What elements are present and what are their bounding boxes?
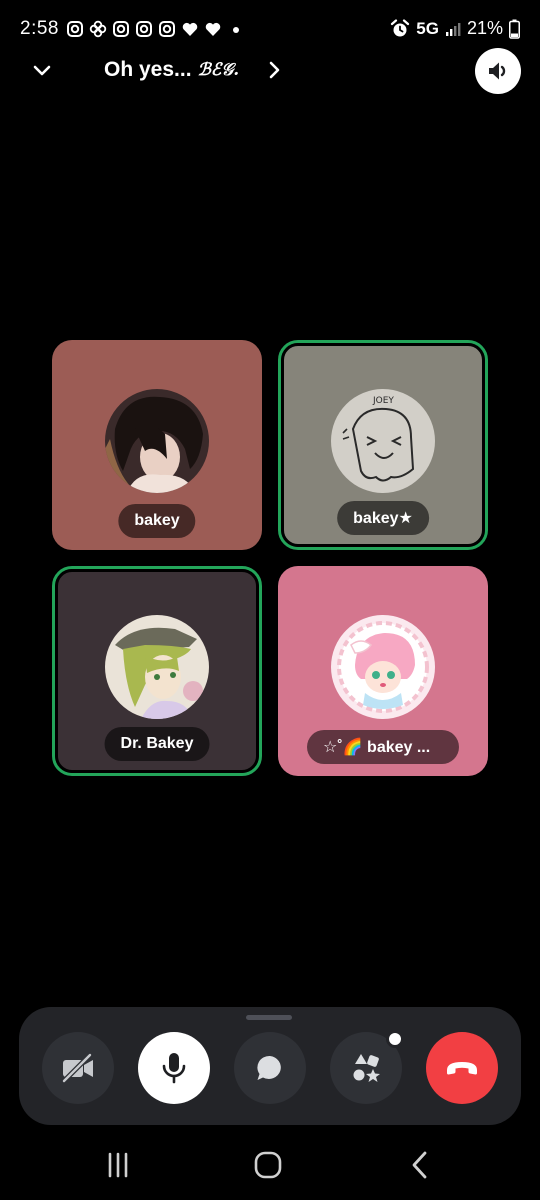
instagram-icon — [136, 21, 152, 37]
participant-name: bakey — [118, 504, 196, 538]
status-time: 2:58 — [20, 18, 59, 39]
activities-shapes-icon — [353, 1054, 380, 1082]
system-nav-bar — [0, 1130, 540, 1200]
avatar — [105, 614, 209, 719]
instagram-icon — [67, 21, 83, 37]
microphone-button[interactable] — [138, 1032, 210, 1104]
participant-name: ☆˚🌈 bakey ... — [307, 730, 459, 764]
participant-name: Dr. Bakey — [104, 727, 210, 761]
avatar-image — [105, 614, 209, 719]
heart-icon — [205, 22, 221, 36]
instagram-icon — [159, 21, 175, 37]
end-call-button[interactable] — [426, 1032, 498, 1104]
camera-toggle-button[interactable] — [42, 1032, 114, 1104]
participant-tile-dr-bakey[interactable]: Dr. Bakey — [52, 566, 262, 776]
battery-icon — [509, 19, 520, 39]
channel-title-suffix: ℬℰ𝒢. — [197, 60, 240, 80]
home-icon — [254, 1151, 282, 1179]
chat-button[interactable] — [234, 1032, 306, 1104]
dot-icon — [233, 27, 239, 33]
heart-icon — [182, 22, 198, 36]
home-button[interactable] — [248, 1148, 288, 1182]
drawer-handle[interactable] — [246, 1015, 292, 1020]
recent-apps-icon — [108, 1152, 128, 1178]
participant-tile-bakey-star[interactable]: JOEY bakey★ — [278, 340, 488, 550]
avatar-image — [331, 614, 435, 719]
svg-text:JOEY: JOEY — [372, 396, 394, 406]
participant-name: bakey★ — [337, 501, 429, 535]
back-chevron-icon — [412, 1151, 427, 1179]
status-right: 5G 21% — [390, 18, 520, 39]
pinwheel-icon — [89, 20, 107, 38]
notification-dot — [386, 1030, 404, 1048]
instagram-icon — [113, 21, 129, 37]
chevron-down-icon — [33, 65, 51, 76]
participant-tile-bakey[interactable]: bakey — [52, 340, 262, 550]
collapse-button[interactable] — [28, 56, 56, 84]
signal-icon — [445, 22, 461, 36]
channel-title[interactable]: Oh yes... ℬℰ𝒢. — [104, 58, 239, 82]
back-button[interactable] — [400, 1148, 440, 1182]
avatar-image: JOEY — [331, 388, 435, 493]
call-header: Oh yes... ℬℰ𝒢. — [0, 46, 540, 96]
hang-up-icon — [447, 1062, 477, 1075]
alarm-icon — [391, 18, 410, 36]
camera-off-icon — [61, 1052, 93, 1084]
avatar — [105, 388, 209, 493]
speaker-button[interactable] — [475, 48, 521, 94]
microphone-icon — [162, 1053, 186, 1084]
speaker-icon — [489, 62, 506, 80]
chat-bubble-icon — [257, 1055, 281, 1080]
avatar-image — [105, 388, 209, 493]
chevron-right-icon[interactable] — [264, 58, 286, 82]
participant-tile-rainbow-bakey[interactable]: ☆˚🌈 bakey ... — [278, 566, 488, 776]
call-control-bar[interactable] — [19, 1007, 521, 1125]
avatar — [331, 614, 435, 719]
channel-title-text: Oh yes... — [104, 58, 192, 81]
battery-percent: 21% — [466, 18, 503, 38]
avatar: JOEY — [331, 388, 435, 493]
network-type: 5G — [416, 18, 439, 38]
notification-icons — [66, 20, 245, 38]
recent-apps-button[interactable] — [98, 1148, 138, 1182]
